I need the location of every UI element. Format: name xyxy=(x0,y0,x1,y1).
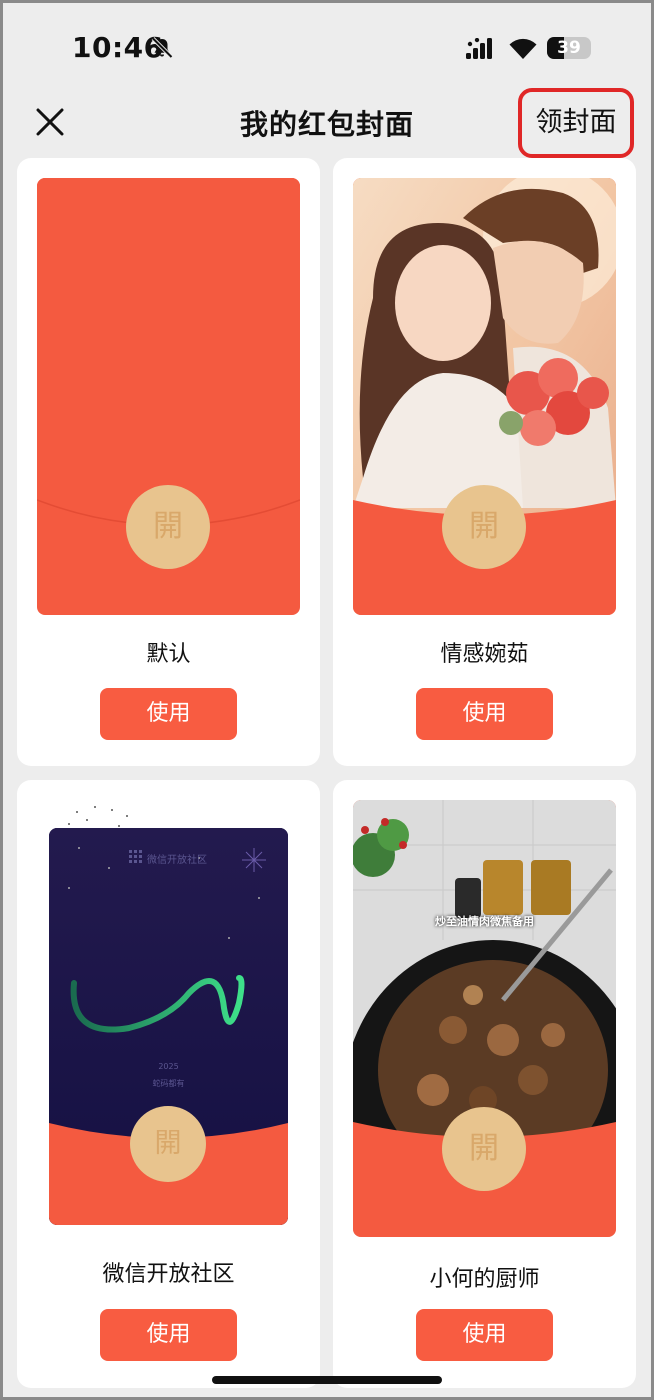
use-button[interactable]: 使用 xyxy=(416,1309,553,1361)
open-seal-icon: 開 xyxy=(442,1107,526,1191)
cover-card-default: 開 默认 使用 xyxy=(17,158,320,766)
status-bar: 10:46 39 xyxy=(0,0,654,96)
cover-name: 小何的厨师 xyxy=(429,1267,540,1292)
cover-name: 微信开放社区 xyxy=(102,1262,235,1287)
cover-card-wechat-community: 微信开放社区 2025 蛇码都有 開 微信开放社区 使用 xyxy=(17,780,320,1388)
use-button[interactable]: 使用 xyxy=(100,688,237,740)
battery-icon: 39 xyxy=(547,37,591,59)
cover-card-qinggan: 開 情感婉茹 使用 xyxy=(333,158,636,766)
get-cover-button[interactable]: 领封面 xyxy=(518,88,634,158)
cover-name: 默认 xyxy=(146,642,191,667)
home-indicator xyxy=(212,1376,442,1384)
art-caption-text: 炒至油情肉微焦备用 xyxy=(435,915,534,928)
bell-slash-icon xyxy=(151,37,173,59)
cover-preview-qinggan[interactable]: 開 xyxy=(353,178,616,615)
cover-preview-default[interactable]: 開 xyxy=(37,178,300,615)
signal-icon xyxy=(466,38,492,59)
use-button[interactable]: 使用 xyxy=(100,1309,237,1361)
open-seal-icon: 開 xyxy=(442,485,526,569)
art-caption-text: 蛇码都有 xyxy=(152,1079,185,1088)
art-year-text: 2025 xyxy=(158,1062,179,1071)
cover-name: 情感婉茹 xyxy=(440,642,529,667)
use-button[interactable]: 使用 xyxy=(416,688,553,740)
cover-card-chef: 炒至油情肉微焦备用 開 小何的厨师 使用 xyxy=(333,780,636,1388)
open-seal-icon: 開 xyxy=(130,1106,206,1182)
cover-preview-wechat-community[interactable]: 微信开放社区 2025 蛇码都有 開 xyxy=(49,828,288,1225)
art-brand-text: 微信开放社区 xyxy=(147,855,207,866)
grid-logo-icon xyxy=(129,850,142,863)
wifi-icon xyxy=(509,38,537,59)
cover-preview-chef[interactable]: 炒至油情肉微焦备用 開 xyxy=(353,800,616,1237)
open-seal-icon: 開 xyxy=(126,485,210,569)
battery-percent: 39 xyxy=(557,38,581,58)
